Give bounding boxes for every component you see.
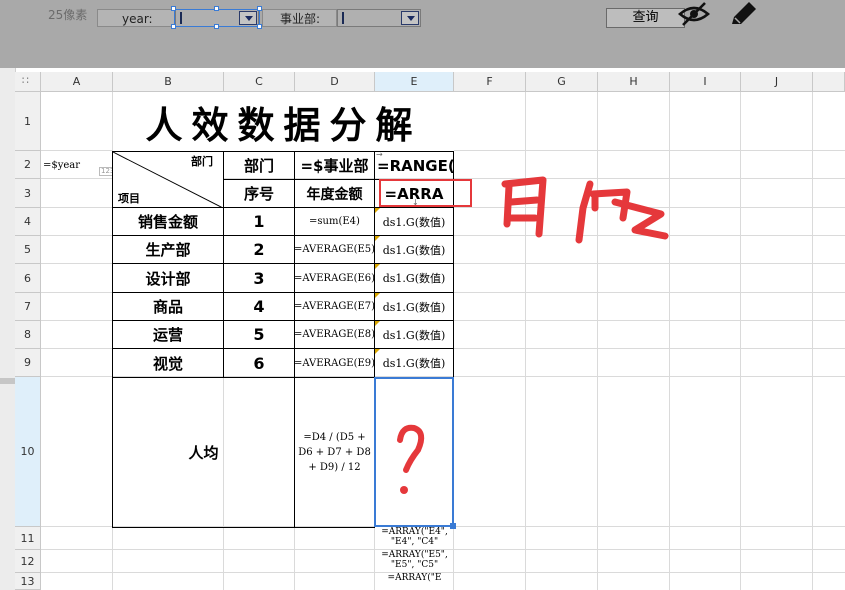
column-header-j[interactable]: J <box>741 72 813 92</box>
item-formula[interactable]: =sum(E4) <box>294 207 375 236</box>
parameter-pane: 25像素 year: 事业部: 查询 <box>0 0 845 68</box>
column-header-i[interactable]: I <box>670 72 741 92</box>
diagonal-header-top: 部门 <box>191 155 213 168</box>
column-header-g[interactable]: G <box>526 72 598 92</box>
gridline <box>669 92 670 590</box>
gridline <box>597 92 598 590</box>
left-side-strip <box>0 68 16 590</box>
expand-arrow-icon: → <box>376 150 383 159</box>
query-button[interactable]: 查询 <box>606 8 685 28</box>
pencil-icon[interactable] <box>727 0 761 28</box>
row-header-9[interactable]: 9 <box>15 349 41 377</box>
diagonal-header-cell[interactable]: 部门 项目 <box>112 151 224 208</box>
column-header-a[interactable]: A <box>41 72 113 92</box>
row-header-13[interactable]: 13 <box>15 573 41 590</box>
column-header-b[interactable]: B <box>113 72 224 92</box>
cell-c3[interactable]: 序号 <box>223 179 295 208</box>
item-number[interactable]: 5 <box>223 320 295 349</box>
item-name[interactable]: 商品 <box>112 292 224 321</box>
department-combobox[interactable] <box>337 9 421 27</box>
row-header-4[interactable]: 4 <box>15 208 41 236</box>
cell-marker-icon <box>375 321 380 326</box>
item-formula[interactable]: =AVERAGE(E7) <box>294 292 375 321</box>
item-data-field[interactable]: ds1.G(数值) <box>374 235 454 264</box>
row-header-8[interactable]: 8 <box>15 321 41 349</box>
item-name[interactable]: 销售金额 <box>112 207 224 236</box>
item-number[interactable]: 3 <box>223 263 295 293</box>
cell-marker-icon <box>375 208 380 213</box>
row-header-2[interactable]: 2 <box>15 151 41 179</box>
column-header-e[interactable]: E <box>375 72 454 92</box>
item-data-field[interactable]: ds1.G(数值) <box>374 292 454 321</box>
item-data-field[interactable]: ds1.G(数值) <box>374 320 454 349</box>
cell-marker-icon <box>375 349 380 354</box>
row-header-6[interactable]: 6 <box>15 264 41 293</box>
handwritten-month-annotation <box>501 176 669 244</box>
row-header-5[interactable]: 5 <box>15 236 41 264</box>
column-header-h[interactable]: H <box>598 72 670 92</box>
item-data-field[interactable]: ds1.G(数值) <box>374 207 454 236</box>
cell-d3[interactable]: 年度金额 <box>294 179 375 208</box>
row-header-7[interactable]: 7 <box>15 293 41 321</box>
cell-e2[interactable]: =RANGE( <box>374 151 454 180</box>
cell-c2[interactable]: 部门 <box>223 151 295 180</box>
per-capita-label[interactable]: 人均 <box>112 377 295 528</box>
item-number[interactable]: 6 <box>223 348 295 378</box>
item-name[interactable]: 设计部 <box>112 263 224 293</box>
cell-e13[interactable]: =ARRAY("E <box>375 573 454 590</box>
gridline <box>740 92 741 590</box>
row-header-12[interactable]: 12 <box>15 550 41 573</box>
eye-slash-icon[interactable] <box>677 0 711 28</box>
cell-e12[interactable]: =ARRAY("E5", "E5", "C5" <box>375 550 454 573</box>
item-data-field[interactable]: ds1.G(数值) <box>374 348 454 378</box>
item-formula[interactable]: =AVERAGE(E5) <box>294 235 375 264</box>
item-formula[interactable]: =AVERAGE(E6) <box>294 263 375 293</box>
item-name[interactable]: 生产部 <box>112 235 224 264</box>
column-header-f[interactable]: F <box>454 72 526 92</box>
gridline <box>525 92 526 590</box>
year-label: year: <box>97 9 175 27</box>
report-title[interactable]: 人效数据分解 <box>113 92 454 151</box>
text-caret <box>342 12 344 24</box>
department-label: 事业部: <box>262 9 337 27</box>
gridline <box>812 92 813 590</box>
per-capita-formula[interactable]: =D4 / (D5 + D6 + D7 + D8 + D9) / 12 <box>294 377 375 528</box>
resize-handle[interactable] <box>214 24 219 29</box>
annotation-highlight-box <box>379 179 472 207</box>
select-all-corner[interactable] <box>15 72 41 92</box>
cell-d2[interactable]: =$事业部 <box>294 151 375 180</box>
column-header-d[interactable]: D <box>295 72 375 92</box>
column-header-c[interactable]: C <box>224 72 295 92</box>
item-formula[interactable]: =AVERAGE(E9) <box>294 348 375 378</box>
strip-grip[interactable] <box>0 378 15 384</box>
question-mark-annotation <box>397 424 425 494</box>
item-number[interactable]: 1 <box>223 207 295 236</box>
cell-marker-icon <box>375 236 380 241</box>
item-name[interactable]: 视觉 <box>112 348 224 378</box>
pixel-size-label: 25像素 <box>48 8 88 22</box>
resize-handle[interactable] <box>171 24 176 29</box>
item-number[interactable]: 4 <box>223 292 295 321</box>
row-header-1[interactable]: 1 <box>15 92 41 151</box>
row-header-3[interactable]: 3 <box>15 179 41 208</box>
resize-handle[interactable] <box>171 6 176 11</box>
item-data-field[interactable]: ds1.G(数值) <box>374 263 454 293</box>
cell-marker-icon <box>375 293 380 298</box>
column-header-k[interactable] <box>813 72 845 92</box>
resize-handle[interactable] <box>214 6 219 11</box>
row-header-10[interactable]: 10 <box>15 377 41 527</box>
department-dropdown-button[interactable] <box>401 11 419 25</box>
cell-e11[interactable]: =ARRAY("E4", "E4", "C4" <box>375 527 454 550</box>
item-name[interactable]: 运营 <box>112 320 224 349</box>
row-header-11[interactable]: 11 <box>15 527 41 550</box>
item-number[interactable]: 2 <box>223 235 295 264</box>
diagonal-header-bottom: 项目 <box>118 192 140 205</box>
item-formula[interactable]: =AVERAGE(E8) <box>294 320 375 349</box>
cell-marker-icon <box>375 264 380 269</box>
